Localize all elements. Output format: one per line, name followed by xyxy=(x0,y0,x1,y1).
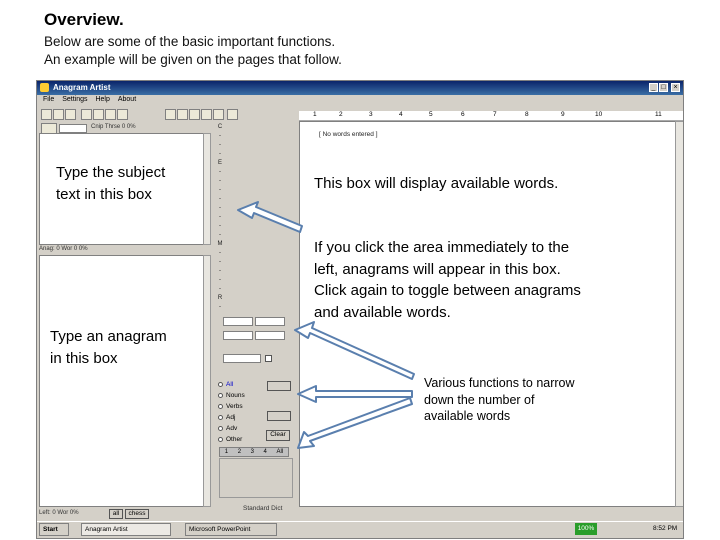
callout-functions-line-2: down the number of xyxy=(424,392,535,407)
arrow-anagram-box xyxy=(294,321,415,380)
callout-subject-line-1: Type the subject xyxy=(56,164,166,181)
callout-anagram: Type an anagram in this box xyxy=(50,326,167,369)
arrow-functions-lower xyxy=(297,397,413,449)
callout-toggle-line-1: If you click the area immediately to the xyxy=(314,239,570,256)
callout-toggle-line-4: and available words. xyxy=(314,303,451,321)
arrow-functions-upper xyxy=(297,385,413,403)
callout-subject-line-2: text in this box xyxy=(56,185,152,203)
callout-toggle: If you click the area immediately to the… xyxy=(314,237,581,323)
callout-words-box: This box will display available words. xyxy=(314,175,559,192)
callout-functions-line-3: available words xyxy=(424,409,511,423)
callout-toggle-line-2: left, anagrams will appear in this box. xyxy=(314,260,561,278)
callout-anagram-line-2: in this box xyxy=(50,349,118,367)
arrow-words-box xyxy=(237,201,303,233)
callout-functions-line-1: Various functions to narrow xyxy=(424,376,575,390)
callout-toggle-line-3: Click again to toggle between anagrams xyxy=(314,282,581,299)
callout-functions: Various functions to narrow down the num… xyxy=(424,375,575,425)
callout-anagram-line-1: Type an anagram xyxy=(50,328,167,345)
callout-subject: Type the subject text in this box xyxy=(56,162,165,205)
